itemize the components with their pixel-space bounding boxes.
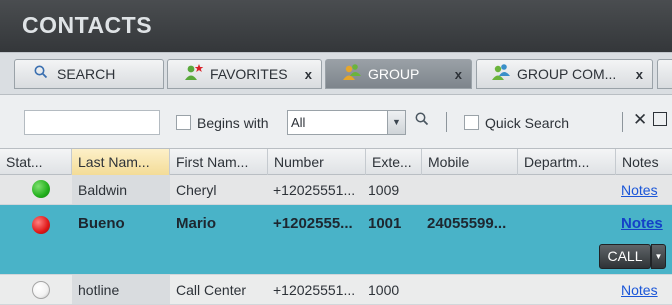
column-header-status[interactable]: Stat... bbox=[0, 149, 72, 175]
toolbar-divider bbox=[622, 112, 623, 132]
filter-select[interactable]: All ▼ bbox=[287, 110, 406, 135]
panel-titlebar: CONTACTS bbox=[0, 0, 672, 52]
cell-first-name: Cheryl bbox=[176, 182, 217, 198]
tab-group-close[interactable]: x bbox=[455, 67, 462, 82]
cell-extension: 1000 bbox=[368, 282, 400, 298]
group-icon bbox=[489, 63, 513, 85]
panel-title: CONTACTS bbox=[22, 12, 153, 38]
filter-select-value: All bbox=[291, 115, 306, 130]
call-button[interactable]: CALL bbox=[599, 244, 651, 269]
tab-favorites[interactable]: FAVORITES x bbox=[167, 59, 322, 89]
column-header-notes[interactable]: Notes bbox=[616, 149, 672, 175]
begins-with-checkbox[interactable] bbox=[176, 115, 191, 130]
cell-last-name: hotline bbox=[72, 275, 170, 304]
expand-icon[interactable] bbox=[653, 112, 667, 126]
search-input[interactable] bbox=[24, 110, 160, 135]
chevron-down-icon[interactable]: ▼ bbox=[387, 111, 405, 134]
tab-group-communicator-close[interactable]: x bbox=[636, 67, 643, 82]
tab-favorites-label: FAVORITES bbox=[210, 66, 288, 82]
table-header: Stat... Last Nam... First Nam... Number … bbox=[0, 148, 672, 175]
close-icon[interactable]: ✕ bbox=[633, 110, 647, 130]
call-options-chevron-icon[interactable]: ▼ bbox=[651, 244, 666, 269]
cell-extension: 1009 bbox=[368, 182, 400, 198]
cell-number: +1202555... bbox=[273, 215, 353, 232]
group-icon bbox=[340, 63, 364, 85]
toolbar-divider bbox=[446, 112, 447, 132]
table-row[interactable]: Baldwin Cheryl +12025551... 1009 Notes bbox=[0, 175, 672, 205]
contacts-panel: CONTACTS SEARCH FAVORITES x GROUP x GROU… bbox=[0, 0, 672, 305]
search-icon[interactable] bbox=[415, 112, 429, 129]
tab-search[interactable]: SEARCH bbox=[14, 59, 164, 89]
cell-number: +12025551... bbox=[273, 282, 356, 298]
tab-group-communicator-label: GROUP COM... bbox=[517, 66, 617, 82]
table-row-selected[interactable]: Bueno Mario +1202555... 1001 24055599...… bbox=[0, 205, 672, 275]
status-available-icon bbox=[32, 180, 50, 198]
cell-mobile: 24055599... bbox=[427, 215, 507, 232]
begins-with-label: Begins with bbox=[197, 115, 269, 131]
tab-group[interactable]: GROUP x bbox=[325, 59, 472, 89]
quick-search-checkbox[interactable] bbox=[464, 115, 479, 130]
column-header-first-name[interactable]: First Nam... bbox=[170, 149, 268, 175]
tab-strip: SEARCH FAVORITES x GROUP x GROUP COM... … bbox=[0, 52, 672, 94]
cell-first-name: Call Center bbox=[176, 282, 247, 298]
quick-search-label: Quick Search bbox=[485, 115, 570, 131]
tab-overflow[interactable] bbox=[657, 59, 672, 89]
cell-first-name: Mario bbox=[176, 215, 217, 232]
status-offline-icon bbox=[32, 281, 50, 299]
cell-extension: 1001 bbox=[368, 215, 402, 232]
tab-search-label: SEARCH bbox=[57, 66, 116, 82]
search-icon bbox=[29, 65, 53, 83]
tab-group-communicator[interactable]: GROUP COM... x bbox=[476, 59, 653, 89]
tab-group-label: GROUP bbox=[368, 66, 420, 82]
notes-link[interactable]: Notes bbox=[621, 282, 669, 298]
notes-link[interactable]: Notes bbox=[621, 215, 669, 232]
cell-last-name: Bueno bbox=[78, 215, 125, 232]
cell-number: +12025551... bbox=[273, 182, 356, 198]
column-header-extension[interactable]: Exte... bbox=[366, 149, 422, 175]
favorites-icon bbox=[182, 63, 206, 85]
tab-favorites-close[interactable]: x bbox=[305, 67, 312, 82]
notes-link[interactable]: Notes bbox=[621, 182, 669, 198]
search-toolbar: Begins with All ▼ Quick Search ✕ bbox=[0, 94, 672, 148]
column-header-last-name[interactable]: Last Nam... bbox=[72, 149, 170, 175]
table-row[interactable]: hotline Call Center +12025551... 1000 No… bbox=[0, 275, 672, 305]
column-header-number[interactable]: Number bbox=[268, 149, 366, 175]
column-header-department[interactable]: Departm... bbox=[518, 149, 616, 175]
cell-last-name: Baldwin bbox=[72, 175, 170, 204]
status-busy-icon bbox=[32, 216, 50, 234]
column-header-mobile[interactable]: Mobile bbox=[422, 149, 518, 175]
